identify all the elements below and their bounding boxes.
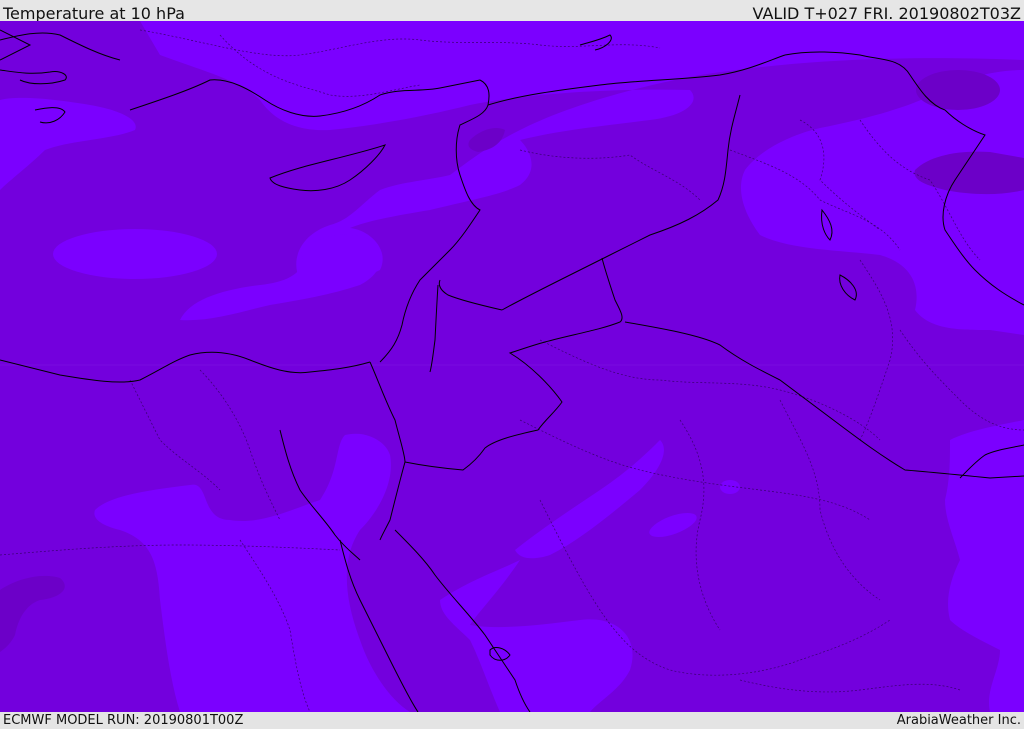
footer-bar: ECMWF MODEL RUN: 20190801T00Z ArabiaWeat… bbox=[0, 712, 1024, 729]
weather-map-app: Temperature at 10 hPa VALID T+027 FRI. 2… bbox=[0, 0, 1024, 729]
shade-iran-north bbox=[916, 70, 1000, 110]
credit-label: ArabiaWeather Inc. bbox=[896, 713, 1021, 728]
contour-med-blob-1 bbox=[53, 229, 217, 279]
header-bar: Temperature at 10 hPa VALID T+027 FRI. 2… bbox=[0, 0, 1024, 23]
model-run-label: ECMWF MODEL RUN: 20190801T00Z bbox=[3, 713, 244, 728]
map-canvas[interactable] bbox=[0, 21, 1024, 712]
